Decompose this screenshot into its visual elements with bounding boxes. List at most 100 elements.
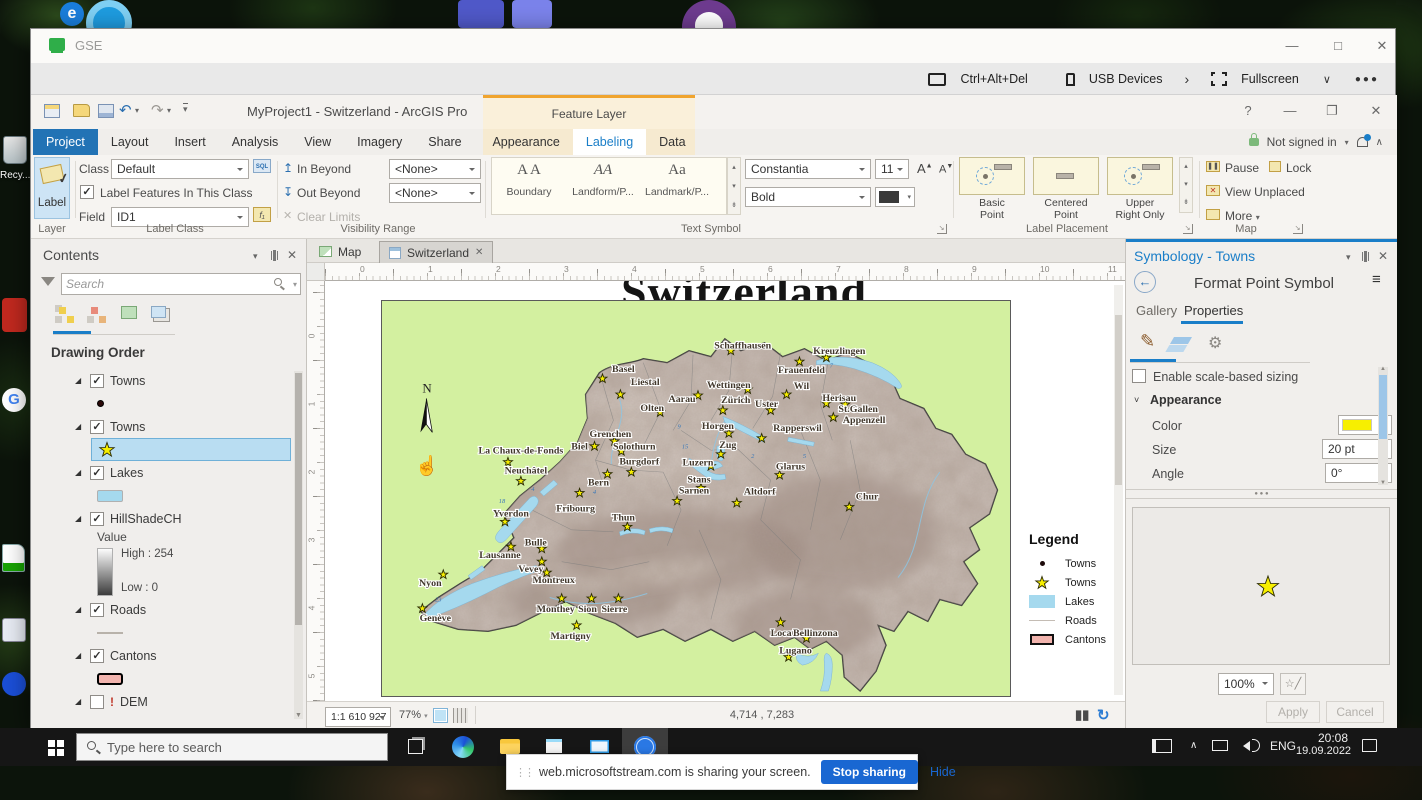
undo-dropdown-icon[interactable]: ▾ [135,106,139,115]
scale-sizing-checkbox[interactable] [1132,369,1146,383]
open-project-icon[interactable] [73,104,90,117]
text-style-landmarkp[interactable]: Aa Landmark/P... [640,158,714,214]
symbol-row-dot[interactable] [97,392,293,415]
notification-grip-icon[interactable]: ⋮⋮ [515,766,535,779]
placement-option-centered-point[interactable] [1033,157,1099,195]
preview-toggle-button[interactable]: ☆╱ [1280,673,1306,695]
filter-funnel-icon[interactable] [41,277,55,293]
gse-close-button[interactable]: ✕ [1369,38,1395,54]
arcgis-restore-button[interactable]: ❐ [1319,103,1345,119]
signin-dropdown-icon[interactable]: ▾ [1345,138,1349,147]
layer-checkbox[interactable]: ✓ [90,511,104,526]
font-style-combo[interactable]: Bold [745,187,871,207]
contents-search-input[interactable] [66,275,266,293]
text-style-landformp[interactable]: AA Landform/P... [566,158,640,214]
wrench-icon[interactable]: ⚙ [1208,333,1222,353]
back-button[interactable]: ← [1134,271,1156,293]
symbology-close-icon[interactable]: ✕ [1378,249,1388,263]
signin-status[interactable]: Not signed in [1267,135,1337,149]
task-view-icon[interactable] [408,739,423,754]
text-symbol-dialog-launcher[interactable]: ↘ [937,224,947,234]
undo-button[interactable]: ↶ [119,101,132,119]
tab-switzerland[interactable]: Switzerland ✕ [379,241,494,263]
pin-icon[interactable] [273,250,276,261]
layer-item-hillshadech[interactable]: ◢ ✓ HillShadeCH [75,507,293,530]
label-features-checkbox[interactable]: ✓ [80,185,94,199]
expander-icon[interactable]: ◢ [75,605,84,614]
notifications-bell-icon[interactable] [1356,134,1371,147]
layout-canvas[interactable]: Switzerland 18 4 4 9 15 2 5 7 23 Schaffh… [325,281,1125,701]
view-source-icon[interactable] [91,307,98,314]
grid-icon[interactable] [453,708,468,723]
edge-taskbar-icon[interactable] [452,736,474,758]
expression-icon[interactable]: f₁ [253,207,271,222]
text-style-boundary[interactable]: A A Boundary [492,158,566,214]
symbology-menu-icon[interactable]: ▾ [1346,252,1351,263]
view-unplaced-button[interactable]: View Unplaced [1225,185,1305,199]
zoom-level[interactable]: 77% ▾ [399,709,428,721]
file-explorer-icon[interactable] [500,739,520,754]
out-beyond-combo[interactable]: <None> [389,183,481,203]
layer-item-lakes[interactable]: ◢ ✓ Lakes [75,461,293,484]
in-beyond-label[interactable]: In Beyond [297,162,351,176]
layer-checkbox[interactable]: ✓ [90,602,104,617]
layer-checkbox[interactable]: ✓ [90,419,104,434]
tab-close-icon[interactable]: ✕ [475,247,483,258]
more-map-button[interactable]: More ▾ [1225,209,1260,223]
tab-imagery[interactable]: Imagery [344,129,415,155]
canvas-scrollbar-thumb[interactable] [1115,315,1122,485]
layer-checkbox[interactable]: ✓ [90,465,104,480]
expander-icon[interactable]: ◢ [75,376,84,385]
sql-icon[interactable]: SQL [253,159,271,173]
expander-icon[interactable]: ◢ [75,651,84,660]
widgets-icon[interactable] [1152,739,1172,753]
text-symbol-gallery-scroll[interactable]: ▴ ▾ ⇟ [727,157,741,215]
layer-checkbox[interactable] [90,694,104,709]
collapse-ribbon-icon[interactable]: ∧ [1376,137,1383,148]
lock-labels-button[interactable]: Lock [1286,161,1311,175]
search-dropdown-icon[interactable]: ▾ [293,280,297,289]
action-center-icon[interactable] [1362,739,1377,752]
tab-project[interactable]: Project [33,129,98,155]
expander-icon[interactable]: ◢ [75,468,84,477]
preview-zoom-combo[interactable]: 100% [1218,673,1274,695]
placement-option-basic-point[interactable] [959,157,1025,195]
save-as-icon[interactable] [98,104,114,118]
tab-map[interactable]: Map [311,241,369,262]
tab-share[interactable]: Share [415,129,474,155]
contents-scrollbar[interactable]: ▼ [294,371,303,719]
expander-icon[interactable]: ◢ [75,697,84,706]
layer-item-cantons[interactable]: ◢ ✓ Cantons [75,644,293,667]
gse-maximize-button[interactable]: □ [1325,38,1351,53]
hamburger-menu-icon[interactable]: ≡ [1372,271,1381,288]
fullscreen-button[interactable]: Fullscreen [1241,72,1299,86]
refresh-icon[interactable]: ↻ [1097,706,1110,724]
edge-desktop-icon[interactable]: e [60,2,84,26]
appearance-chevron-icon[interactable]: ˅ [1134,395,1139,405]
help-button[interactable]: ? [1235,103,1261,118]
pencil-symbol-icon[interactable]: ✎ [1140,331,1155,352]
tab-properties[interactable]: Properties [1184,303,1243,318]
pause-labeling-button[interactable]: Pause [1225,161,1259,175]
map-dialog-launcher[interactable]: ↘ [1293,224,1303,234]
layer-checkbox[interactable]: ✓ [90,373,104,388]
canvas-scrollbar[interactable] [1114,285,1123,695]
clock[interactable]: 20:08 19.09.2022 [1296,731,1351,757]
toolbar-dropdown-icon[interactable]: ∨ [1313,73,1341,86]
desktop-icon-red[interactable] [2,298,27,332]
pane-splitter[interactable]: ● ● ● [1126,489,1397,499]
layers-icon[interactable] [1169,337,1193,344]
start-button[interactable] [48,740,55,747]
symbology-scrollbar-thumb[interactable] [1379,375,1387,439]
contents-scrollbar-down[interactable]: ▼ [295,712,302,719]
symbol-row-lake[interactable] [97,484,293,507]
stop-sharing-button[interactable]: Stop sharing [820,760,918,784]
pause-drawing-icon[interactable]: ▮▮ [1075,707,1089,723]
tab-analysis[interactable]: Analysis [219,129,292,155]
map-legend[interactable]: Legend Towns Towns Lakes Roads Cantons [1029,531,1125,649]
symbol-row-road[interactable] [97,621,293,644]
view-snapshot-icon[interactable] [151,306,166,318]
layer-item-towns[interactable]: ◢ ✓ Towns [75,415,293,438]
expander-icon[interactable]: ◢ [75,422,84,431]
label-toggle-button[interactable]: ✓ Label [34,157,71,219]
